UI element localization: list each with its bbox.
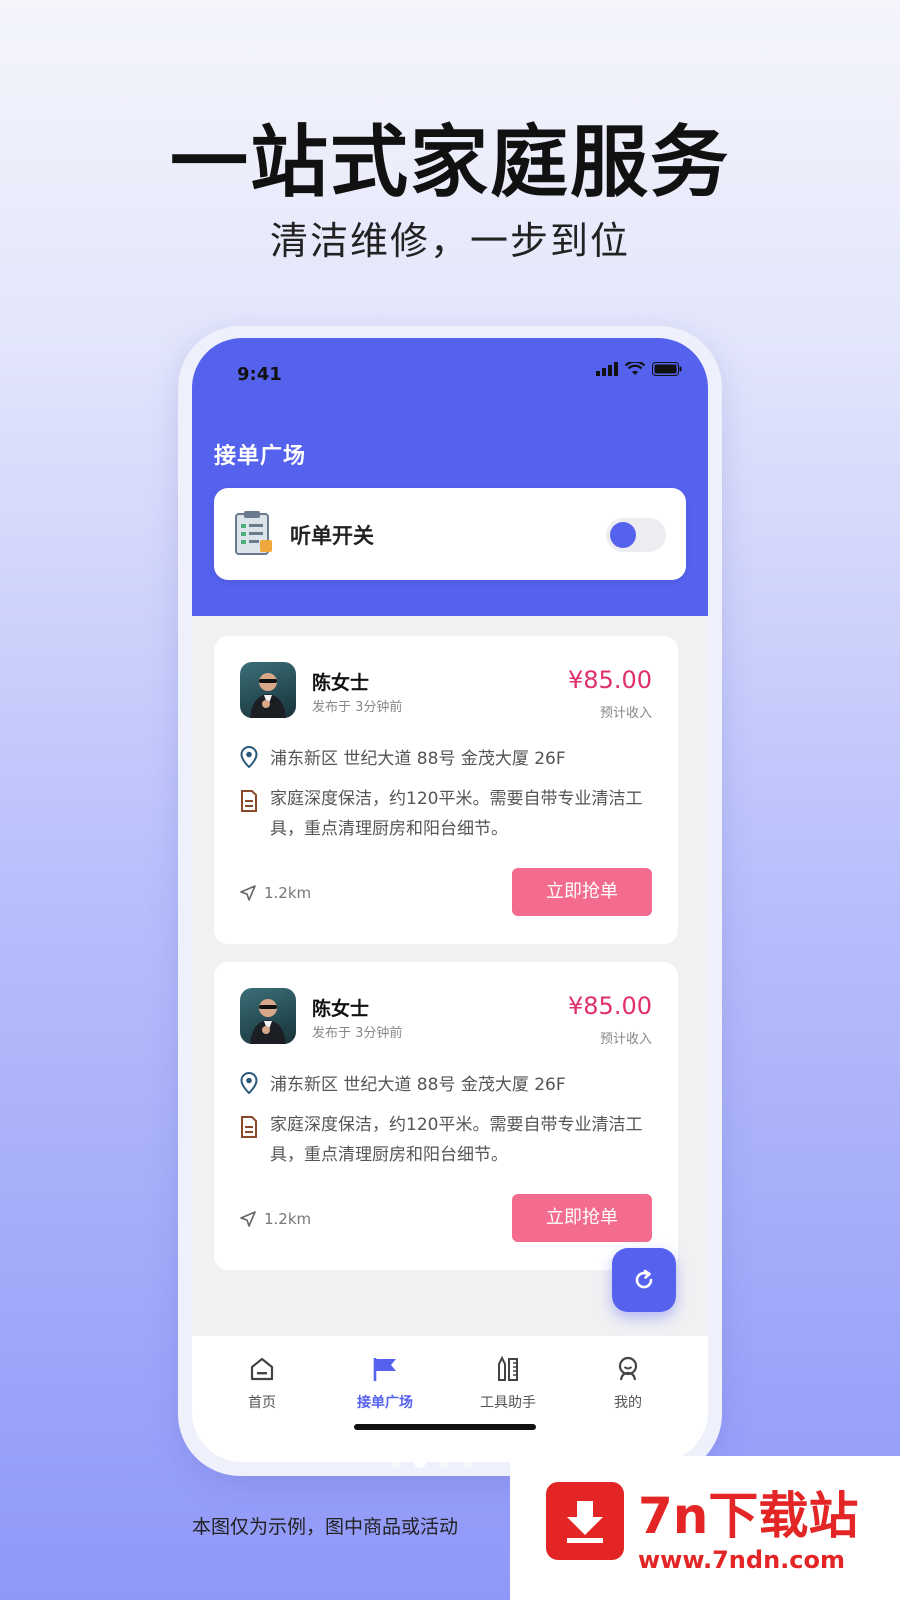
flag-icon: [373, 1358, 396, 1381]
distance-row: 1.2km: [240, 884, 311, 902]
order-distance: 1.2km: [264, 1210, 312, 1228]
customer-name: 陈女士: [312, 672, 370, 694]
promo-subline: 清洁维修，一步到位: [269, 219, 630, 263]
carousel-dots: [390, 1456, 474, 1468]
order-address: 浦东新区 世纪大道 88号 金茂大厦 26F: [270, 749, 566, 769]
promo-headline: 一站式家庭服务: [169, 118, 730, 208]
status-time: 9:41: [237, 364, 282, 385]
phone-frame: 9:41 接单广场 听单开关 陈女士 发布于 3分钟前 ¥85.00 预计收入 …: [178, 326, 722, 1476]
status-icons: [596, 362, 682, 376]
toggle-knob: [610, 522, 636, 548]
distance-row: 1.2km: [240, 1210, 311, 1228]
avatar: [240, 988, 296, 1044]
avatar: [240, 662, 296, 718]
header-area: 9:41 接单广场 听单开关: [192, 338, 708, 616]
page-title: 接单广场: [214, 444, 307, 469]
order-price: ¥85.00: [568, 992, 652, 1020]
document-icon: [241, 790, 257, 812]
carousel-dot: [414, 1456, 426, 1468]
refresh-button[interactable]: [612, 1248, 676, 1312]
income-label: 预计收入: [599, 1032, 652, 1047]
order-list-icon: [235, 511, 272, 555]
location-pin-icon: [240, 745, 258, 768]
tab-label: 接单广场: [357, 1395, 413, 1411]
location-pin-icon: [240, 1071, 258, 1094]
listen-toggle[interactable]: [606, 518, 666, 552]
description-row: 家庭深度保洁，约120平米。需要自带专业清洁工具，重点清理厨房和阳台细节。: [240, 784, 660, 844]
grab-order-button[interactable]: 立即抢单: [512, 868, 652, 916]
listen-switch-label: 听单开关: [290, 524, 374, 548]
order-card[interactable]: 陈女士 发布于 3分钟前 ¥85.00 预计收入 浦东新区 世纪大道 88号 金…: [214, 636, 678, 944]
navigation-arrow-icon: [240, 1211, 256, 1227]
tab-label: 我的: [614, 1395, 642, 1411]
carousel-dot: [390, 1456, 402, 1468]
navigation-arrow-icon: [240, 885, 256, 901]
posted-time: 发布于 3分钟前: [312, 700, 403, 715]
download-arrow-icon: [546, 1482, 624, 1560]
watermark-title: 7n下载站: [638, 1487, 859, 1545]
address-row: 浦东新区 世纪大道 88号 金茂大厦 26F: [240, 1070, 566, 1095]
order-description: 家庭深度保洁，约120平米。需要自带专业清洁工具，重点清理厨房和阳台细节。: [270, 1115, 643, 1165]
home-icon: [250, 1357, 274, 1381]
tab-label: 工具助手: [480, 1395, 536, 1411]
grab-order-button[interactable]: 立即抢单: [512, 1194, 652, 1242]
watermark-url: www.7ndn.com: [638, 1546, 845, 1574]
bottom-tab-bar: 首页 接单广场 工具助手 我的: [192, 1336, 708, 1462]
wifi-icon: [625, 362, 645, 375]
income-label: 预计收入: [599, 706, 652, 721]
customer-name: 陈女士: [312, 998, 370, 1020]
carousel-dot: [462, 1456, 474, 1468]
tab-tools[interactable]: 工具助手: [458, 1355, 558, 1412]
tools-icon: [498, 1355, 518, 1381]
tab-home[interactable]: 首页: [212, 1356, 312, 1412]
home-indicator: [354, 1424, 536, 1430]
posted-time: 发布于 3分钟前: [312, 1026, 403, 1041]
order-card[interactable]: 陈女士 发布于 3分钟前 ¥85.00 预计收入 浦东新区 世纪大道 88号 金…: [214, 962, 678, 1270]
document-icon: [241, 1116, 257, 1138]
order-address: 浦东新区 世纪大道 88号 金茂大厦 26F: [270, 1075, 566, 1095]
order-distance: 1.2km: [264, 884, 312, 902]
order-description: 家庭深度保洁，约120平米。需要自带专业清洁工具，重点清理厨房和阳台细节。: [270, 789, 643, 839]
tab-profile[interactable]: 我的: [578, 1356, 678, 1412]
description-row: 家庭深度保洁，约120平米。需要自带专业清洁工具，重点清理厨房和阳台细节。: [240, 1110, 660, 1170]
refresh-icon: [635, 1269, 653, 1289]
signal-icon: [596, 362, 618, 376]
battery-icon: [652, 362, 682, 376]
order-price: ¥85.00: [568, 666, 652, 694]
disclaimer-text: 本图仅为示例，图中商品或活动: [192, 1516, 459, 1538]
tab-order-square[interactable]: 接单广场: [335, 1356, 435, 1412]
tab-label: 首页: [248, 1395, 276, 1411]
watermark: 7n下载站 www.7ndn.com: [510, 1456, 900, 1600]
address-row: 浦东新区 世纪大道 88号 金茂大厦 26F: [240, 744, 566, 769]
profile-icon: [618, 1356, 638, 1381]
phone-screen: 9:41 接单广场 听单开关 陈女士 发布于 3分钟前 ¥85.00 预计收入 …: [192, 338, 708, 1462]
carousel-dot: [438, 1456, 450, 1468]
listen-switch-card: 听单开关: [214, 488, 686, 580]
